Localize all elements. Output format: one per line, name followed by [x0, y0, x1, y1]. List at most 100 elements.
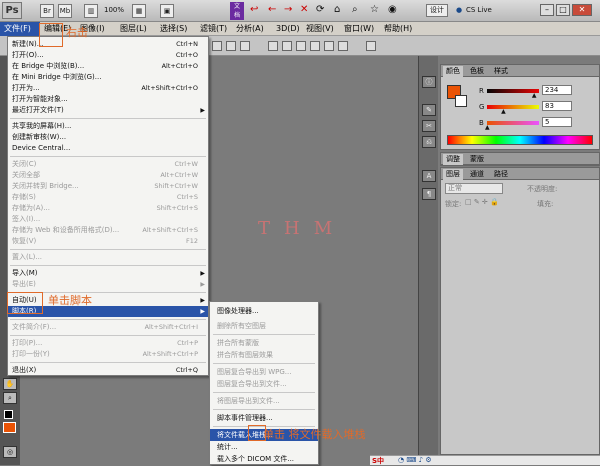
- tab-styles[interactable]: 样式: [491, 66, 511, 77]
- scripts-item-comps-to-files[interactable]: 图层复合导出到文件...: [210, 378, 318, 390]
- align-center-icon[interactable]: [226, 41, 236, 51]
- file-menu-item-save[interactable]: 存储(S) Ctrl+S: [8, 192, 208, 203]
- distribute-top-icon[interactable]: [268, 41, 278, 51]
- file-menu-item-device-central[interactable]: Device Central...: [8, 143, 208, 154]
- file-menu-item-file-info[interactable]: 文件简介(F)... Alt+Shift+Ctrl+I: [8, 322, 208, 333]
- scripts-item-event-manager[interactable]: 脚本事件管理器...: [210, 412, 318, 424]
- file-menu-item-import[interactable]: 导入(M) ▶: [8, 268, 208, 279]
- file-menu-item-save-for-web[interactable]: 存储为 Web 和设备所用格式(D)... Alt+Shift+Ctrl+S: [8, 225, 208, 236]
- minimize-button[interactable]: –: [540, 4, 554, 16]
- scripts-item-statistics[interactable]: 统计...: [210, 441, 318, 453]
- paragraph-panel-icon[interactable]: ¶: [422, 188, 436, 200]
- file-menu-item-close-go-bridge[interactable]: 关闭并转到 Bridge... Shift+Ctrl+W: [8, 181, 208, 192]
- maximize-button[interactable]: □: [556, 4, 570, 16]
- file-menu-item-check-in[interactable]: 签入(I)...: [8, 214, 208, 225]
- distribute-middle-icon[interactable]: [282, 41, 292, 51]
- g-slider[interactable]: [487, 105, 539, 109]
- menu-view[interactable]: 视图(V): [306, 22, 334, 36]
- scripts-item-load-dicom[interactable]: 载入多个 DICOM 文件...: [210, 453, 318, 465]
- file-menu-item-browse-bridge[interactable]: 在 Bridge 中浏览(B)... Alt+Ctrl+O: [8, 61, 208, 72]
- file-menu-item-share-screen[interactable]: 共享我的屏幕(H)...: [8, 121, 208, 132]
- foreground-color-swatch[interactable]: [3, 422, 16, 433]
- home-icon[interactable]: ⌂: [334, 4, 340, 15]
- arrange-icon[interactable]: ▦: [132, 4, 146, 18]
- scripts-item-flatten-masks[interactable]: 拼合所有蒙版: [210, 337, 318, 349]
- b-slider[interactable]: [487, 121, 539, 125]
- file-menu-item-place[interactable]: 置入(L)...: [8, 252, 208, 263]
- scripts-item-delete-empty-layers[interactable]: 删除所有空图层: [210, 320, 318, 332]
- tab-masks[interactable]: 蒙版: [467, 154, 487, 165]
- file-menu-item-open-smart-object[interactable]: 打开为智能对象...: [8, 94, 208, 105]
- distribute-bottom-icon[interactable]: [296, 41, 306, 51]
- align-right-icon[interactable]: [240, 41, 250, 51]
- menu-select[interactable]: 选择(S): [160, 22, 187, 36]
- file-menu-item-revert[interactable]: 恢复(V) F12: [8, 236, 208, 247]
- color-spectrum-bar[interactable]: [447, 135, 593, 145]
- close-window-button[interactable]: ✕: [572, 4, 592, 16]
- quick-mask-icon[interactable]: ◎: [3, 446, 17, 458]
- file-menu-item-create-review[interactable]: 创建新审核(W)...: [8, 132, 208, 143]
- file-menu-item-print[interactable]: 打印(P)... Ctrl+P: [8, 338, 208, 349]
- zoom-tool-icon[interactable]: ⌕: [3, 392, 17, 404]
- b-slider-handle[interactable]: ▲: [485, 124, 490, 131]
- undo-arrow-icon[interactable]: ↩: [250, 4, 258, 15]
- back-arrow-icon[interactable]: ←: [268, 4, 276, 15]
- distribute-hcenter-icon[interactable]: [324, 41, 334, 51]
- b-value[interactable]: 5: [542, 117, 572, 127]
- lock-icons[interactable]: □ ✎ ✛ 🔒: [465, 198, 499, 206]
- close-x-icon[interactable]: ✕: [300, 4, 308, 15]
- clone-source-icon[interactable]: ✂: [422, 120, 436, 132]
- menu-analysis[interactable]: 分析(A): [236, 22, 264, 36]
- workspace-button[interactable]: 设计: [426, 4, 448, 17]
- file-menu-item-new[interactable]: 新建(N)... Ctrl+N: [8, 39, 208, 50]
- file-menu-item-save-as[interactable]: 存储为(A)... Shift+Ctrl+S: [8, 203, 208, 214]
- history-panel-icon[interactable]: ⎌: [422, 136, 436, 148]
- forward-arrow-icon[interactable]: →: [284, 4, 292, 15]
- file-menu-item-browse-mini-bridge[interactable]: 在 Mini Bridge 中浏览(G)...: [8, 72, 208, 83]
- extras-icon[interactable]: ▥: [84, 4, 98, 18]
- distribute-left-icon[interactable]: [310, 41, 320, 51]
- blend-mode-select[interactable]: 正常: [445, 183, 503, 194]
- menu-file[interactable]: 文件(F): [0, 22, 40, 36]
- screen-mode-icon[interactable]: ▣: [160, 4, 174, 18]
- file-menu-item-exit[interactable]: 退出(X) Ctrl+Q: [8, 365, 208, 376]
- scripts-item-flatten-effects[interactable]: 拼合所有图层效果: [210, 349, 318, 361]
- zoom-level[interactable]: 100%: [104, 6, 124, 14]
- refresh-icon[interactable]: ⟳: [316, 4, 324, 15]
- align-left-icon[interactable]: [212, 41, 222, 51]
- scripts-item-comps-to-wpg[interactable]: 图层复合导出到 WPG...: [210, 366, 318, 378]
- scripts-item-image-processor[interactable]: 图像处理器...: [210, 305, 318, 317]
- tray-icons[interactable]: ◔ ⌨ ♪ ⚙: [398, 456, 432, 464]
- default-colors-icon[interactable]: [4, 410, 13, 419]
- brush-panel-icon[interactable]: ✎: [422, 104, 436, 116]
- file-menu-item-open[interactable]: 打开(O)... Ctrl+O: [8, 50, 208, 61]
- tab-color[interactable]: 颜色: [443, 66, 463, 77]
- bridge-button[interactable]: Br: [40, 4, 54, 18]
- tab-paths[interactable]: 路径: [491, 169, 511, 180]
- mini-bridge-button[interactable]: Mb: [58, 4, 72, 18]
- tab-adjustments[interactable]: 调整: [443, 154, 463, 165]
- menu-layer[interactable]: 图层(L): [120, 22, 147, 36]
- tab-channels[interactable]: 通道: [467, 169, 487, 180]
- r-slider-handle[interactable]: ▲: [532, 92, 537, 99]
- character-panel-icon[interactable]: A: [422, 170, 436, 182]
- r-value[interactable]: 234: [542, 85, 572, 95]
- info-panel-icon[interactable]: ⓘ: [422, 76, 436, 88]
- scripts-item-export-layers[interactable]: 将图层导出到文件...: [210, 395, 318, 407]
- file-menu-item-close-all[interactable]: 关闭全部 Alt+Ctrl+W: [8, 170, 208, 181]
- file-menu-item-export[interactable]: 导出(E) ▶: [8, 279, 208, 290]
- distribute-right-icon[interactable]: [338, 41, 348, 51]
- file-menu-item-print-one[interactable]: 打印一份(Y) Alt+Shift+Ctrl+P: [8, 349, 208, 360]
- menu-3d[interactable]: 3D(D): [276, 22, 300, 36]
- g-value[interactable]: 83: [542, 101, 572, 111]
- auto-align-icon[interactable]: [366, 41, 376, 51]
- media-icon[interactable]: ◉: [388, 4, 397, 15]
- background-color-preview[interactable]: [455, 95, 467, 107]
- tab-swatches[interactable]: 色板: [467, 66, 487, 77]
- hand-tool-icon[interactable]: ✋: [3, 378, 17, 390]
- menu-window[interactable]: 窗口(W): [344, 22, 374, 36]
- g-slider-handle[interactable]: ▲: [501, 108, 506, 115]
- search-icon[interactable]: ⌕: [352, 4, 358, 15]
- cs-live-icon[interactable]: ●: [456, 6, 462, 14]
- file-menu-item-close[interactable]: 关闭(C) Ctrl+W: [8, 159, 208, 170]
